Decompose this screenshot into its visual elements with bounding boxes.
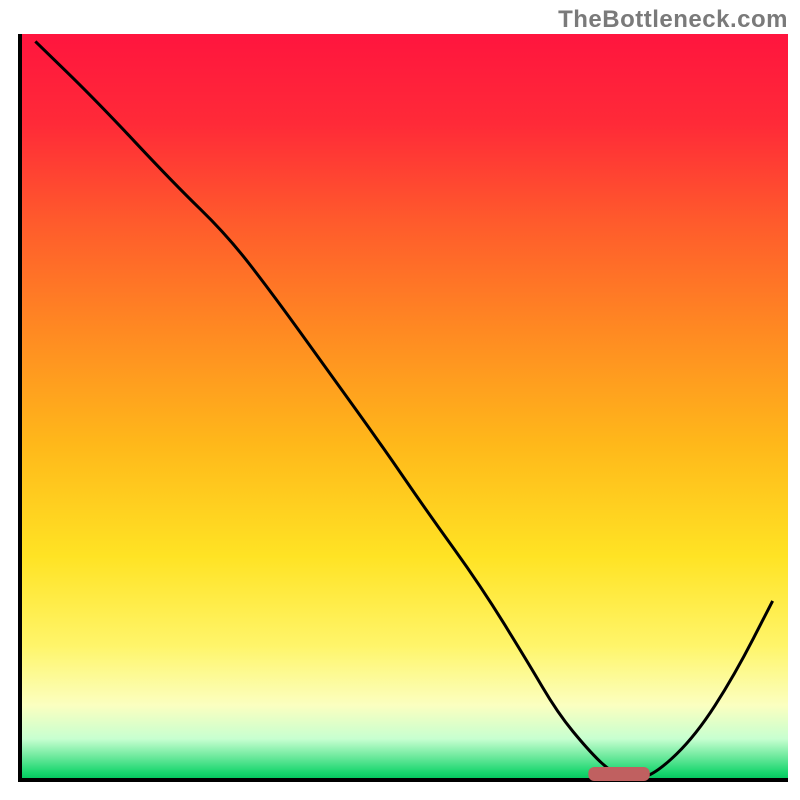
watermark-text: TheBottleneck.com [558, 6, 788, 34]
optimal-marker [588, 767, 649, 781]
bottleneck-chart [0, 0, 800, 800]
gradient-background [20, 34, 788, 780]
chart-container: { "watermark": "TheBottleneck.com", "cha… [0, 0, 800, 800]
